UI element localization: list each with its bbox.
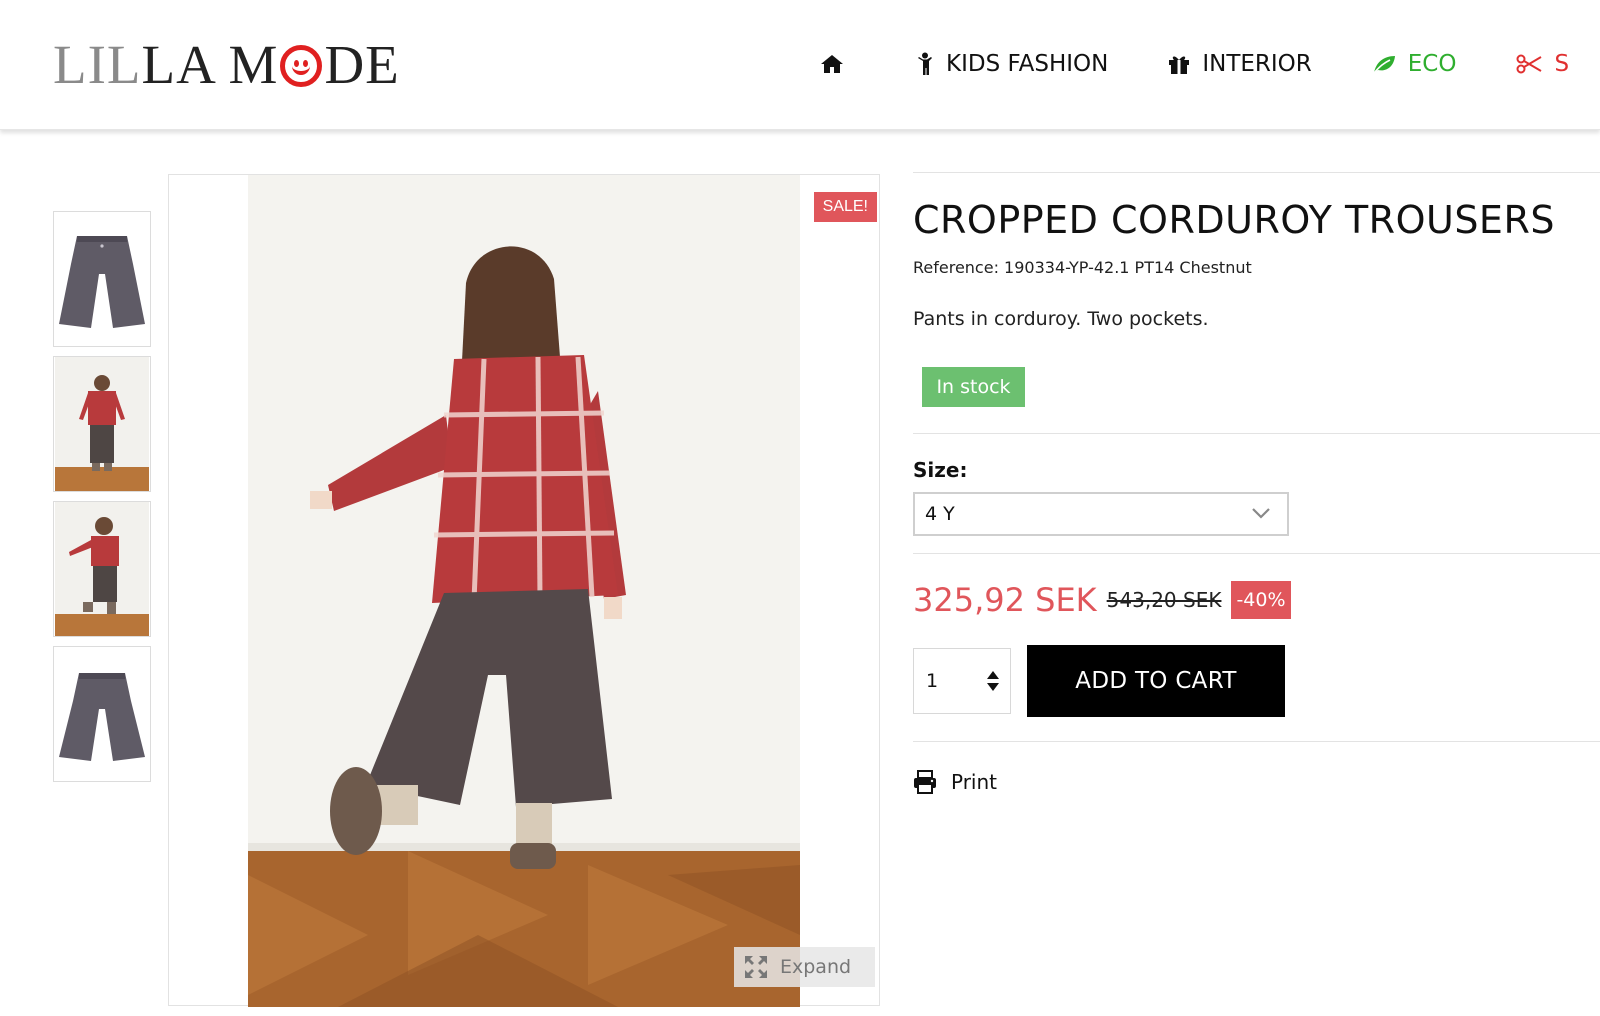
thumbnail-list [53, 211, 151, 791]
scissors-icon [1516, 54, 1542, 74]
nav-home[interactable] [820, 54, 856, 74]
gift-icon [1169, 56, 1190, 74]
thumbnail-2[interactable] [53, 356, 151, 492]
thumbnail-1[interactable] [53, 211, 151, 347]
divider-stock [913, 433, 1600, 434]
print-label: Print [951, 770, 998, 794]
thumbnail-4[interactable] [53, 646, 151, 782]
main-product-image[interactable]: SALE! Expand [168, 174, 880, 1007]
smiley-icon [280, 45, 323, 87]
thumbnail-3[interactable] [53, 501, 151, 637]
product-photo [248, 175, 800, 1007]
quantity-stepper[interactable]: 1 [913, 648, 1011, 714]
nav-kids-fashion[interactable]: KIDS FASHION [916, 51, 1108, 77]
nav-sale[interactable]: S [1516, 51, 1569, 77]
logo-text-part1: LIL [53, 33, 142, 95]
nav-eco[interactable]: ECO [1372, 51, 1457, 77]
logo-text-part2: LA M [141, 33, 279, 95]
nav-sale-label: S [1554, 51, 1570, 77]
product-photo-illustration [248, 175, 800, 1007]
divider-cart [913, 741, 1600, 742]
nav-eco-label: ECO [1407, 51, 1457, 77]
size-selected-value: 4 Y [925, 503, 955, 525]
print-link[interactable]: Print [913, 770, 997, 794]
product-reference: Reference: 190334-YP-42.1 PT14 Chestnut [913, 258, 1252, 277]
price-row: 325,92 SEK 543,20 SEK -40% [913, 578, 1291, 622]
size-label: Size: [913, 458, 968, 482]
nav-interior[interactable]: INTERIOR [1168, 51, 1312, 77]
home-icon [821, 55, 843, 73]
site-logo[interactable]: LIL LA M DE [53, 33, 400, 95]
expand-button[interactable]: Expand [734, 947, 875, 987]
printer-icon [914, 770, 936, 794]
quantity-value: 1 [926, 670, 939, 692]
sale-badge: SALE! [813, 192, 877, 222]
model-front-thumbnail-image [55, 357, 149, 491]
trousers-thumbnail-image [59, 236, 145, 328]
price-current: 325,92 SEK [913, 581, 1097, 619]
stock-status-badge: In stock [922, 367, 1025, 407]
nav-interior-label: INTERIOR [1202, 51, 1312, 77]
product-title: CROPPED CORDUROY TROUSERS [913, 198, 1555, 242]
add-to-cart-button[interactable]: ADD TO CART [1027, 645, 1285, 717]
main-nav: KIDS FASHION INTERIOR ECO S [820, 44, 1600, 84]
price-old: 543,20 SEK [1106, 588, 1222, 612]
discount-badge: -40% [1231, 581, 1291, 619]
child-icon [918, 52, 932, 75]
size-select[interactable]: 4 Y [913, 492, 1289, 536]
model-back-thumbnail-image [55, 502, 149, 636]
product-description: Pants in corduroy. Two pockets. [913, 308, 1209, 330]
trousers-back-thumbnail-image [59, 673, 145, 761]
divider-top [913, 172, 1600, 173]
expand-icon [745, 956, 767, 978]
expand-label: Expand [780, 956, 852, 978]
site-header: LIL LA M DE KIDS FASHION INTERIOR ECO S [0, 0, 1600, 130]
stepper-arrows-icon[interactable] [986, 669, 1000, 693]
chevron-down-icon [1252, 508, 1270, 519]
divider-size [913, 553, 1600, 554]
nav-kids-fashion-label: KIDS FASHION [946, 51, 1109, 77]
leaf-icon [1373, 56, 1395, 74]
logo-text-part3: DE [324, 33, 400, 95]
